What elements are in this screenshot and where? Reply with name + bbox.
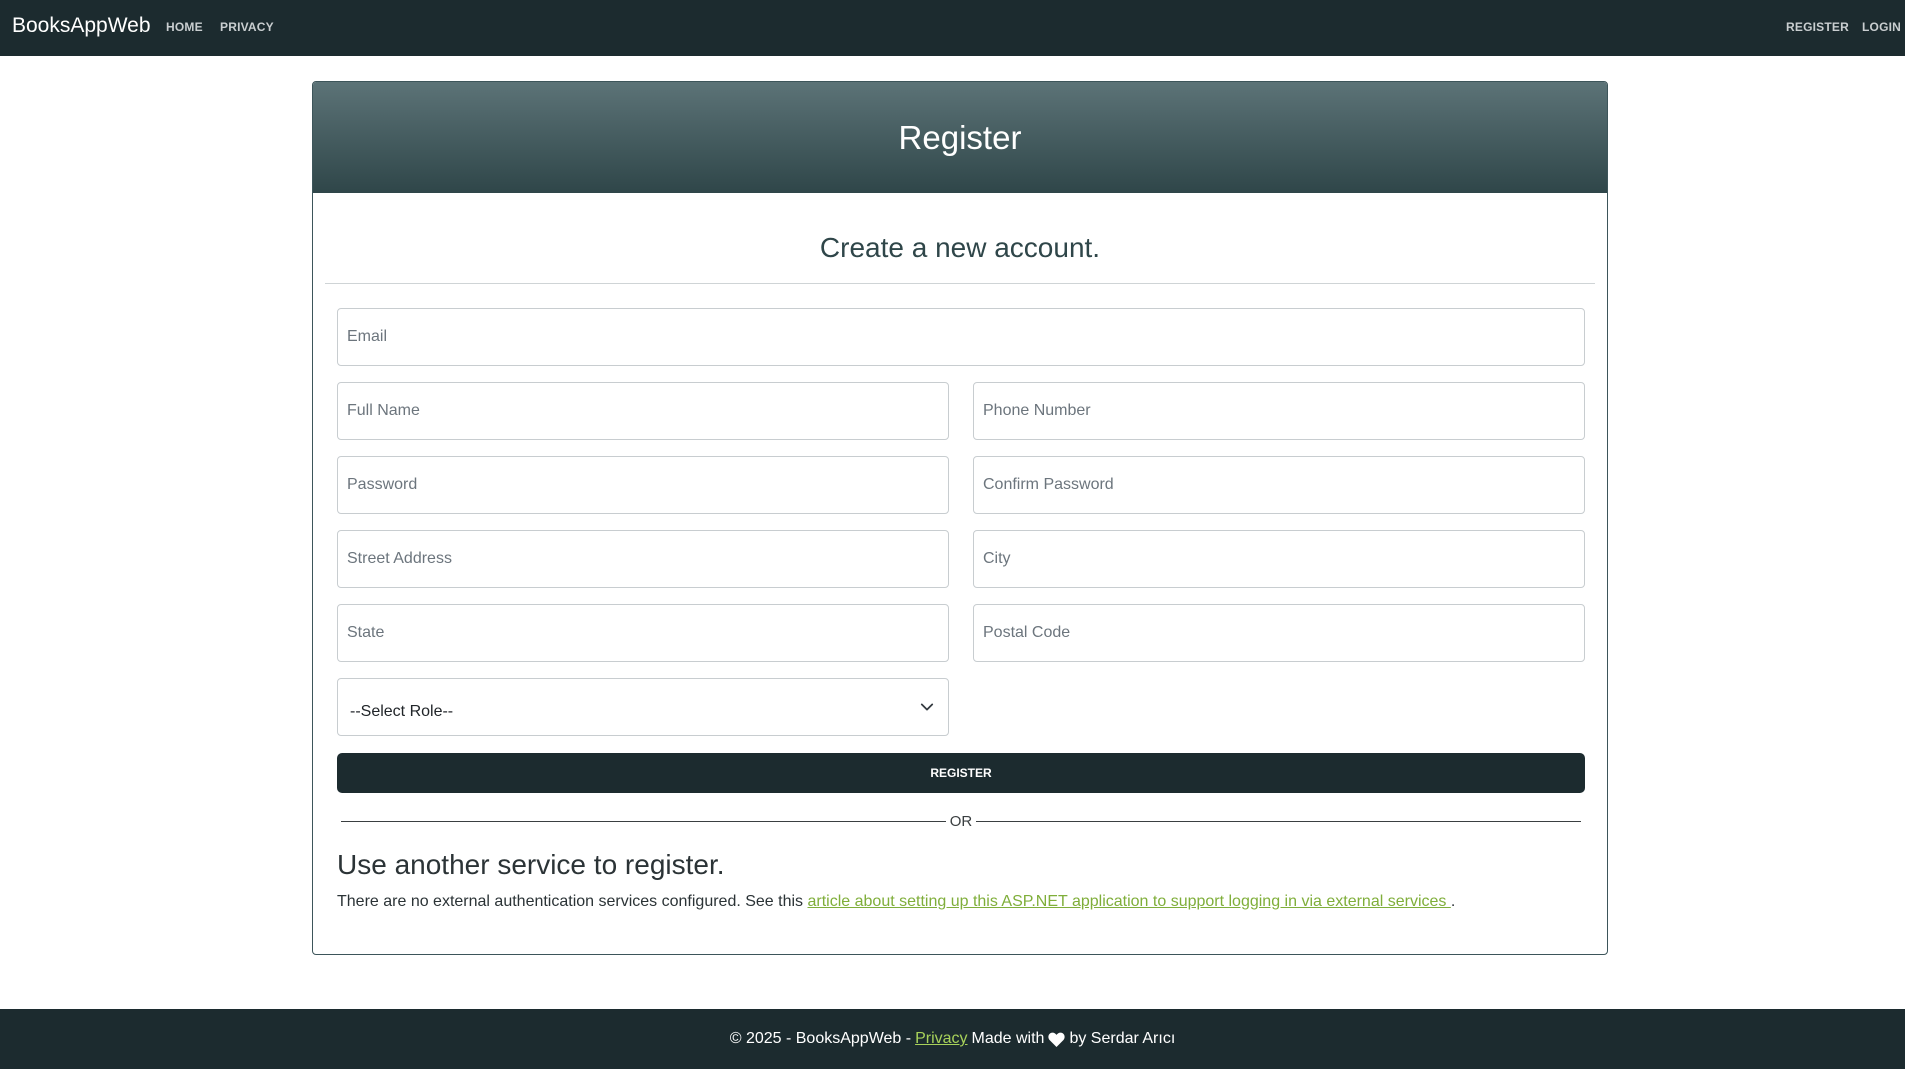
postal-code-field[interactable]: Postal Code: [973, 604, 1585, 662]
role-select[interactable]: --Select Role--: [337, 678, 949, 736]
state-placeholder: State: [347, 624, 385, 641]
nav-link-register[interactable]: REGISTER: [1786, 20, 1849, 34]
external-text-before: There are no external authentication ser…: [337, 893, 808, 910]
subtitle-divider: [325, 283, 1595, 284]
full-name-placeholder: Full Name: [347, 402, 420, 419]
email-placeholder: Email: [347, 328, 388, 345]
postal-code-placeholder: Postal Code: [983, 624, 1071, 641]
footer-copyright: © 2025 - BooksAppWeb -: [729, 1030, 912, 1047]
or-text: OR: [949, 812, 973, 830]
register-card: Register Create a new account. Email Ful…: [312, 81, 1608, 955]
card-header: Register: [313, 82, 1607, 193]
street-address-field[interactable]: Street Address: [337, 530, 949, 588]
nav-link-home[interactable]: HOME: [166, 20, 203, 34]
chevron-down-icon: [920, 703, 934, 711]
external-auth-article-link[interactable]: article about setting up this ASP.NET ap…: [808, 893, 1451, 910]
heart-icon: [1048, 1032, 1066, 1047]
footer-made-with: Made with: [971, 1030, 1045, 1047]
footer-privacy-link[interactable]: Privacy: [915, 1030, 967, 1048]
register-button[interactable]: REGISTER: [337, 753, 1585, 793]
or-line-left: [341, 820, 946, 822]
confirm-password-field[interactable]: Confirm Password: [973, 456, 1585, 514]
phone-number-placeholder: Phone Number: [983, 402, 1091, 419]
state-field[interactable]: State: [337, 604, 949, 662]
or-line-right: [976, 820, 1581, 822]
footer-author: by Serdar Arıcı: [1069, 1030, 1176, 1047]
form-subtitle: Create a new account.: [819, 232, 1101, 263]
confirm-password-placeholder: Confirm Password: [983, 476, 1114, 493]
email-field[interactable]: Email: [337, 308, 1585, 366]
city-placeholder: City: [983, 550, 1011, 567]
city-field[interactable]: City: [973, 530, 1585, 588]
external-services-title: Use another service to register.: [337, 849, 725, 880]
brand-link[interactable]: BooksAppWeb: [12, 14, 151, 38]
page-title: Register: [898, 118, 1022, 156]
top-navbar: BooksAppWeb HOME PRIVACY REGISTER LOGIN: [0, 0, 1905, 56]
nav-link-privacy[interactable]: PRIVACY: [220, 20, 274, 34]
or-divider: OR: [341, 811, 1581, 831]
street-address-placeholder: Street Address: [347, 550, 452, 567]
password-placeholder: Password: [347, 476, 418, 493]
nav-link-login[interactable]: LOGIN: [1862, 20, 1901, 34]
password-field[interactable]: Password: [337, 456, 949, 514]
role-select-value: --Select Role--: [350, 703, 454, 720]
external-text-after: .: [1450, 893, 1456, 910]
phone-number-field[interactable]: Phone Number: [973, 382, 1585, 440]
page-footer: © 2025 - BooksAppWeb - Privacy Made with…: [0, 1009, 1905, 1069]
full-name-field[interactable]: Full Name: [337, 382, 949, 440]
external-services-text: There are no external authentication ser…: [337, 893, 1597, 911]
